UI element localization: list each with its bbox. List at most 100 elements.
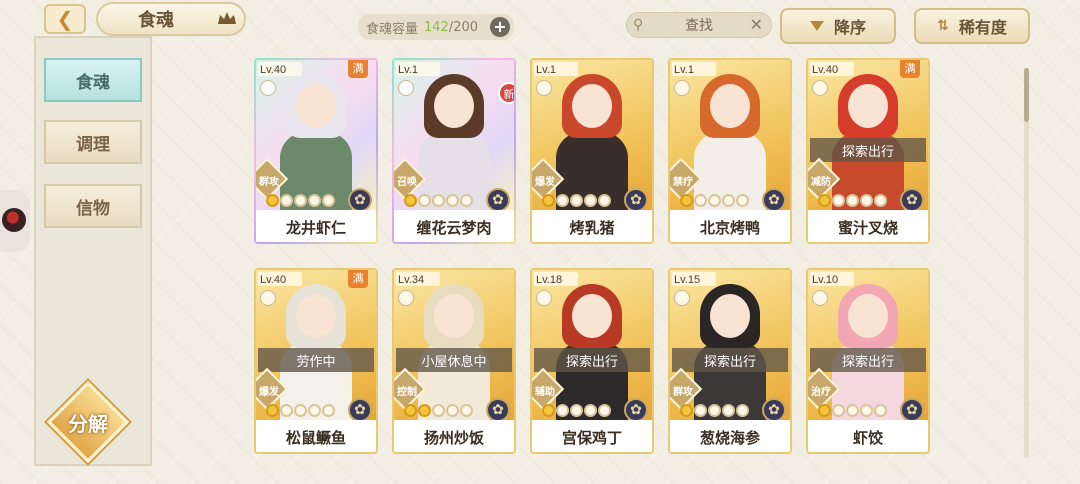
capacity-max: /200 (448, 19, 479, 35)
star-icon (446, 404, 459, 417)
level-label: Lv.1 (536, 64, 556, 76)
sidebar-item-food-soul[interactable]: 食魂 (44, 58, 142, 102)
search-input[interactable]: ⚲ 查找 ✕ (626, 12, 772, 38)
star-icon (404, 194, 417, 207)
star-icon (598, 404, 611, 417)
equipment-slot-icon (674, 80, 690, 96)
star-icon (584, 194, 597, 207)
chef-hat-icon[interactable] (216, 9, 238, 27)
soul-flower-icon: ✿ (762, 398, 786, 420)
character-face (296, 294, 336, 338)
star-icon (832, 194, 845, 207)
character-portrait: Lv.15 探索出行 群攻 ✿ (670, 270, 790, 420)
star-icon (266, 194, 279, 207)
scrollbar[interactable] (1024, 68, 1029, 458)
star-icon (846, 194, 859, 207)
food-soul-card[interactable]: Lv.1 禁疗 ✿ 北京烤鸭 (668, 58, 792, 244)
star-rating (404, 404, 473, 417)
decompose-button[interactable]: 分解 (46, 380, 130, 464)
new-badge: 新 (498, 82, 514, 104)
star-icon (322, 404, 335, 417)
character-face (848, 84, 888, 128)
character-portrait: Lv.34 小屋休息中 控制 ✿ (394, 270, 514, 420)
star-icon (570, 194, 583, 207)
star-icon (860, 404, 873, 417)
star-icon (266, 404, 279, 417)
food-soul-card[interactable]: Lv.40 满探索出行 减防 ✿ 蜜汁叉烧 (806, 58, 930, 244)
star-icon (542, 404, 555, 417)
role-label: 召唤 (397, 177, 417, 188)
status-banner: 探索出行 (534, 348, 650, 372)
equipment-slot-icon (812, 290, 828, 306)
card-name: 北京烤鸭 (670, 210, 790, 242)
star-icon (860, 194, 873, 207)
character-face (434, 84, 474, 128)
clear-search-button[interactable]: ✕ (750, 15, 763, 34)
star-icon (846, 404, 859, 417)
capacity-current: 142 (424, 19, 449, 35)
sidebar-item-label: 调理 (76, 134, 110, 155)
level-label: Lv.15 (674, 274, 701, 286)
star-icon (818, 194, 831, 207)
star-icon (308, 194, 321, 207)
status-banner: 探索出行 (810, 138, 926, 162)
card-name: 松鼠鳜鱼 (256, 420, 376, 452)
star-icon (598, 194, 611, 207)
capacity-display: 食魂容量 142 /200 + (358, 14, 514, 40)
sort-by-button[interactable]: ⇅ 稀有度 (914, 8, 1030, 44)
swap-icon: ⇅ (937, 18, 949, 34)
card-name: 缠花云梦肉 (394, 210, 514, 242)
food-soul-card[interactable]: Lv.1 新召唤 ✿ 缠花云梦肉 (392, 58, 516, 244)
soul-flower-icon: ✿ (486, 398, 510, 420)
sidebar-item-label: 信物 (76, 198, 110, 219)
card-name: 龙井虾仁 (256, 210, 376, 242)
food-soul-card[interactable]: Lv.15 探索出行 群攻 ✿ 葱烧海参 (668, 268, 792, 454)
max-level-tag: 满 (348, 60, 368, 78)
role-label: 爆发 (259, 387, 279, 398)
level-label: Lv.34 (398, 274, 425, 286)
scrollbar-thumb[interactable] (1024, 68, 1029, 122)
soul-flower-icon: ✿ (624, 398, 648, 420)
star-rating (680, 404, 749, 417)
star-icon (736, 404, 749, 417)
character-portrait: Lv.1 禁疗 ✿ (670, 60, 790, 210)
star-icon (584, 404, 597, 417)
floating-assistant-bubble[interactable] (0, 190, 30, 252)
back-button[interactable]: ❮ (44, 4, 86, 34)
soul-flower-icon: ✿ (900, 188, 924, 210)
star-icon (722, 404, 735, 417)
equipment-slot-icon (812, 80, 828, 96)
star-icon (432, 404, 445, 417)
food-soul-card[interactable]: Lv.1 爆发 ✿ 烤乳猪 (530, 58, 654, 244)
food-soul-card[interactable]: Lv.34 小屋休息中 控制 ✿ 扬州炒饭 (392, 268, 516, 454)
level-label: Lv.40 (260, 274, 287, 286)
food-soul-card[interactable]: Lv.10 探索出行 治疗 ✿ 虾饺 (806, 268, 930, 454)
sidebar-item-token[interactable]: 信物 (44, 184, 142, 228)
sort-order-button[interactable]: 降序 (780, 8, 896, 44)
food-soul-card[interactable]: Lv.18 探索出行 辅助 ✿ 宫保鸡丁 (530, 268, 654, 454)
sidebar-item-conditioning[interactable]: 调理 (44, 120, 142, 164)
star-icon (432, 194, 445, 207)
status-banner: 探索出行 (672, 348, 788, 372)
status-banner: 小屋休息中 (396, 348, 512, 372)
star-icon (280, 404, 293, 417)
food-soul-card[interactable]: Lv.40 满劳作中 爆发 ✿ 松鼠鳜鱼 (254, 268, 378, 454)
star-icon (460, 404, 473, 417)
star-rating (680, 194, 749, 207)
soul-flower-icon: ✿ (624, 188, 648, 210)
food-soul-card[interactable]: Lv.40 满群攻 ✿ 龙井虾仁 (254, 58, 378, 244)
card-name: 虾饺 (808, 420, 928, 452)
capacity-add-button[interactable]: + (490, 17, 510, 37)
role-label: 减防 (811, 177, 831, 188)
star-icon (542, 194, 555, 207)
sort-order-label: 降序 (833, 18, 866, 37)
sidebar-item-label: 食魂 (76, 72, 110, 93)
star-icon (322, 194, 335, 207)
card-name: 蜜汁叉烧 (808, 210, 928, 242)
character-face (710, 294, 750, 338)
character-portrait: Lv.40 满群攻 ✿ (256, 60, 376, 210)
character-face (434, 294, 474, 338)
star-icon (694, 404, 707, 417)
character-portrait: Lv.18 探索出行 辅助 ✿ (532, 270, 652, 420)
soul-flower-icon: ✿ (348, 398, 372, 420)
